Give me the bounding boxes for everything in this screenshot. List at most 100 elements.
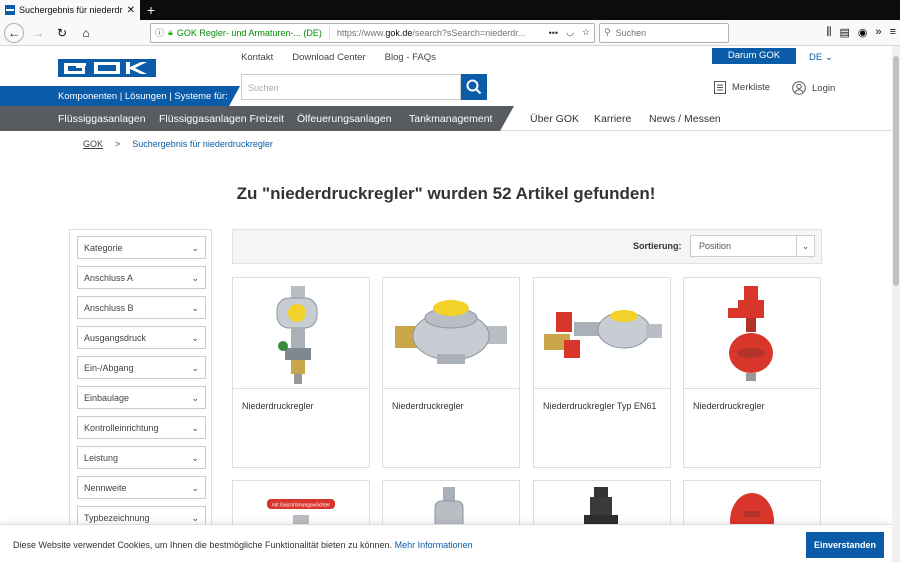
scrollbar-thumb[interactable] xyxy=(893,56,899,286)
product-image xyxy=(383,278,519,389)
link-blog-faqs[interactable]: Blog - FAQs xyxy=(385,52,436,63)
filter-anschluss-a[interactable]: Anschluss A ⌄ xyxy=(77,266,206,289)
nav-fluessiggasanlagen[interactable]: Flüssiggasanlagen xyxy=(58,113,146,125)
browser-search-placeholder: Suchen xyxy=(615,27,647,38)
back-button[interactable]: ← xyxy=(4,22,24,43)
menu-icon[interactable]: ≡ xyxy=(890,26,896,39)
cookie-accept-button[interactable]: Einverstanden xyxy=(806,532,884,558)
breadcrumb-current: Suchergebnis für niederdruckregler xyxy=(132,139,273,149)
main-navigation: Flüssiggasanlagen Flüssiggasanlagen Frei… xyxy=(0,106,892,131)
product-card[interactable]: Niederdruckregler Typ EN61 xyxy=(533,277,671,468)
language-label: DE xyxy=(809,52,823,63)
browser-tab[interactable]: Suchergebnis für niederdruckregler ✕ xyxy=(0,0,140,20)
product-name[interactable]: Niederdruckregler Typ EN61 xyxy=(543,401,656,411)
list-icon xyxy=(714,81,726,94)
chevron-down-icon: ⌄ xyxy=(191,333,199,343)
chevron-down-icon: ⌄ xyxy=(191,303,199,313)
site-search-input[interactable]: Suchen xyxy=(241,74,461,100)
filter-label: Ein-/Abgang xyxy=(84,363,134,373)
filter-nennweite[interactable]: Nennweite ⌄ xyxy=(77,476,206,499)
nav-karriere[interactable]: Karriere xyxy=(594,113,631,125)
close-tab-icon[interactable]: ✕ xyxy=(127,5,135,16)
tagline: Komponenten | Lösungen | Systeme für: xyxy=(0,86,240,108)
language-select[interactable]: DE ⌄ xyxy=(809,52,833,63)
link-download-center[interactable]: Download Center xyxy=(292,52,365,63)
nav-oelfeuerungsanlagen[interactable]: Ölfeuerungsanlagen xyxy=(297,113,392,125)
product-name[interactable]: Niederdruckregler xyxy=(392,401,464,411)
overflow-icon[interactable]: » xyxy=(875,26,881,39)
url-prefix: https://www. xyxy=(336,27,386,38)
product-name[interactable]: Niederdruckregler xyxy=(693,401,765,411)
browser-right-tools: ⫼ ▤ ◉ » ≡ xyxy=(826,26,896,39)
filter-label: Ausgangsdruck xyxy=(84,333,147,343)
urlbar-divider xyxy=(328,25,330,40)
gok-logo[interactable] xyxy=(58,59,156,77)
filter-leistung[interactable]: Leistung ⌄ xyxy=(77,446,206,469)
address-bar[interactable]: ⓘ 🔒︎ GOK Regler- und Armaturen-... (DE) … xyxy=(150,22,595,43)
pocket-icon[interactable]: ◡ xyxy=(566,27,574,38)
filter-label: Kategorie xyxy=(84,243,123,253)
browser-search-field[interactable]: ⚲ Suchen xyxy=(599,22,729,43)
chevron-down-icon: ⌄ xyxy=(824,52,833,63)
breadcrumb-home[interactable]: GOK xyxy=(83,139,103,149)
page-scrollbar[interactable] xyxy=(892,46,900,563)
filter-label: Typbezeichnung xyxy=(84,513,150,523)
filter-kategorie[interactable]: Kategorie ⌄ xyxy=(77,236,206,259)
merkliste-link[interactable]: Merkliste xyxy=(714,81,770,94)
nav-ueber-gok[interactable]: Über GOK xyxy=(530,113,579,125)
product-name[interactable]: Niederdruckregler xyxy=(242,401,314,411)
product-image xyxy=(684,278,820,389)
nav-tankmanagement[interactable]: Tankmanagement xyxy=(409,113,492,125)
nav-news-messen[interactable]: News / Messen xyxy=(649,113,721,125)
filter-label: Einbaulage xyxy=(84,393,130,403)
product-image xyxy=(233,278,369,389)
darum-gok-button[interactable]: Darum GOK xyxy=(712,48,796,64)
sort-select[interactable]: Position ⌄ xyxy=(690,235,815,257)
filter-ein-abgang[interactable]: Ein-/Abgang ⌄ xyxy=(77,356,206,379)
chevron-down-icon: ⌄ xyxy=(191,423,199,433)
login-label: Login xyxy=(812,82,836,94)
regulator-image xyxy=(395,300,507,364)
reload-button[interactable]: ↻ xyxy=(52,23,72,43)
filter-label: Anschluss B xyxy=(84,303,134,313)
tab-title: Suchergebnis für niederdruckregler xyxy=(19,5,123,15)
page-actions-icon[interactable]: ••• xyxy=(549,28,558,38)
cookie-more-info-link[interactable]: Mehr Informationen xyxy=(395,540,473,550)
filter-label: Leistung xyxy=(84,453,119,463)
bookmark-star-icon[interactable]: ☆ xyxy=(582,27,590,38)
home-button[interactable]: ⌂ xyxy=(76,23,96,43)
filter-einbaulage[interactable]: Einbaulage ⌄ xyxy=(77,386,206,409)
search-icon: ⚲ xyxy=(604,27,611,37)
merkliste-label: Merkliste xyxy=(732,82,771,93)
url-text[interactable]: https://www.gok.de/search?sSearch=nieder… xyxy=(337,28,541,38)
filter-sidebar: Kategorie ⌄ Anschluss A ⌄ Anschluss B ⌄ Aus… xyxy=(69,229,212,563)
filter-label: Kontrolleinrichtung xyxy=(84,423,159,433)
chevron-down-icon: ⌄ xyxy=(191,483,199,493)
product-badge: mit Gasströmungswächter xyxy=(272,503,330,509)
link-kontakt[interactable]: Kontakt xyxy=(241,52,273,63)
sort-value: Position xyxy=(699,241,732,251)
product-image xyxy=(534,278,670,389)
product-card[interactable]: Niederdruckregler xyxy=(683,277,821,468)
gok-favicon-icon xyxy=(5,5,15,15)
library-icon[interactable]: ⫼ xyxy=(826,26,831,39)
filter-anschluss-b[interactable]: Anschluss B ⌄ xyxy=(77,296,206,319)
site-identity[interactable]: GOK Regler- und Armaturen-... (DE) xyxy=(177,28,322,38)
sidebar-icon[interactable]: ▤ xyxy=(839,26,849,39)
account-icon[interactable]: ◉ xyxy=(858,26,868,39)
regulator-image xyxy=(544,310,662,358)
filter-ausgangsdruck[interactable]: Ausgangsdruck ⌄ xyxy=(77,326,206,349)
filter-kontrolleinrichtung[interactable]: Kontrolleinrichtung ⌄ xyxy=(77,416,206,439)
forward-button[interactable]: → xyxy=(28,23,48,43)
nav-fluessiggasanlagen-freizeit[interactable]: Flüssiggasanlagen Freizeit xyxy=(159,113,284,125)
product-card[interactable]: Niederdruckregler xyxy=(232,277,370,468)
site-search-button[interactable] xyxy=(461,74,487,100)
login-link[interactable]: Login xyxy=(792,81,835,95)
chevron-down-icon: ⌄ xyxy=(796,236,814,256)
info-icon[interactable]: ⓘ xyxy=(155,26,164,39)
search-icon xyxy=(466,79,482,95)
filter-label: Anschluss A xyxy=(84,273,134,283)
new-tab-button[interactable]: + xyxy=(140,0,162,20)
product-card[interactable]: Niederdruckregler xyxy=(382,277,520,468)
user-icon xyxy=(792,81,806,95)
